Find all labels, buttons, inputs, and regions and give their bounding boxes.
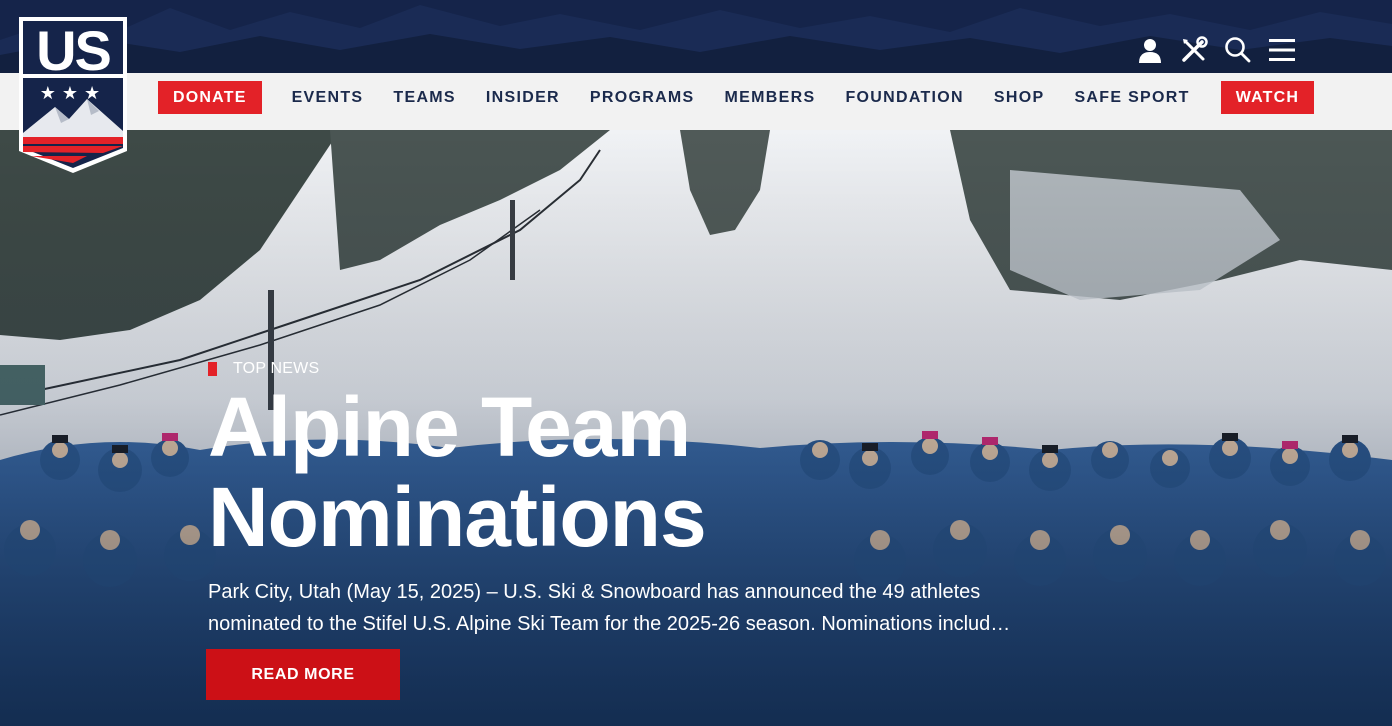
hero-headline[interactable]: Alpine Team Nominations [208, 382, 1168, 562]
summary-line-2: nominated to the Stifel U.S. Alpine Ski … [208, 613, 1011, 635]
user-icon[interactable] [1136, 36, 1164, 64]
main-nav: DONATE EVENTS TEAMS INSIDER PROGRAMS MEM… [158, 81, 1315, 114]
top-news-kicker: TOP NEWS [208, 360, 1168, 378]
nav-item-teams[interactable]: TEAMS [378, 89, 471, 107]
headline-line-2[interactable]: Nominations [208, 472, 1168, 562]
nav-item-foundation[interactable]: FOUNDATION [830, 89, 978, 107]
main-navbar: DONATE EVENTS TEAMS INSIDER PROGRAMS MEM… [0, 73, 1392, 130]
us-ski-logo[interactable]: US ★★★ [17, 15, 129, 175]
summary-line-1: Park City, Utah (May 15, 2025) – U.S. Sk… [208, 581, 981, 603]
headline-line-1[interactable]: Alpine Team [208, 382, 1168, 472]
nav-item-safe-sport[interactable]: SAFE SPORT [1059, 89, 1204, 107]
nav-item-insider[interactable]: INSIDER [471, 89, 575, 107]
utility-icons [1136, 36, 1296, 64]
menu-icon[interactable] [1268, 36, 1296, 64]
logo-stars: ★★★ [40, 83, 106, 104]
hero-summary: Park City, Utah (May 15, 2025) – U.S. Sk… [208, 576, 1138, 640]
nav-item-programs[interactable]: PROGRAMS [575, 89, 710, 107]
donate-button[interactable]: DONATE [158, 81, 262, 114]
search-icon[interactable] [1224, 36, 1252, 64]
hero-content: TOP NEWS Alpine Team Nominations Park Ci… [206, 360, 1168, 700]
kicker-marker [208, 362, 217, 376]
hero-banner: TOP NEWS Alpine Team Nominations Park Ci… [0, 130, 1392, 726]
nav-item-members[interactable]: MEMBERS [710, 89, 831, 107]
tools-icon[interactable] [1180, 36, 1208, 64]
nav-item-events[interactable]: EVENTS [277, 89, 379, 107]
logo-text: US [36, 19, 110, 82]
nav-item-shop[interactable]: SHOP [979, 89, 1060, 107]
kicker-label: TOP NEWS [233, 360, 320, 377]
read-more-button[interactable]: READ MORE [206, 649, 400, 700]
watch-button[interactable]: WATCH [1220, 81, 1315, 114]
